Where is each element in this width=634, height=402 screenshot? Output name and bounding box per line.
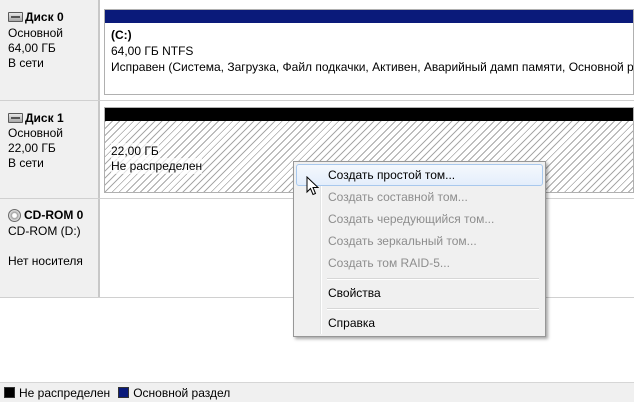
unallocated-size: 22,00 ГБ xyxy=(111,143,159,159)
menu-item-new-spanned-volume[interactable]: Создать составной том... xyxy=(296,186,543,208)
menu-item-new-striped-volume[interactable]: Создать чередующийся том... xyxy=(296,208,543,230)
hard-disk-icon xyxy=(8,113,23,123)
menu-item-new-raid5-volume[interactable]: Создать том RAID-5... xyxy=(296,252,543,274)
disk-1-name: Диск 1 xyxy=(25,111,64,125)
disk-0-label[interactable]: Диск 0 Основной 64,00 ГБ В сети xyxy=(0,0,100,100)
menu-item-properties[interactable]: Свойства xyxy=(296,282,543,304)
disk-1-type: Основной xyxy=(8,126,64,140)
menu-separator xyxy=(327,278,539,280)
disk-1-label[interactable]: Диск 1 Основной 22,00 ГБ В сети xyxy=(0,101,100,198)
cd-rom-icon xyxy=(8,208,21,222)
hard-disk-icon xyxy=(8,12,23,22)
cdrom-status: Нет носителя xyxy=(8,254,83,268)
volume-c-size-fs: 64,00 ГБ NTFS xyxy=(111,44,194,58)
mouse-pointer-icon xyxy=(306,176,320,196)
unallocated-status: Не распределен xyxy=(111,158,203,174)
legend-primary-swatch xyxy=(118,387,130,398)
legend-primary-label: Основной раздел xyxy=(133,385,231,400)
volume-c[interactable]: (C:) 64,00 ГБ NTFS Исправен (Система, За… xyxy=(104,9,634,95)
disk-row-0: Диск 0 Основной 64,00 ГБ В сети (C:) 64,… xyxy=(0,0,634,100)
volume-c-status: Исправен (Система, Загрузка, Файл подкач… xyxy=(111,60,634,74)
cdrom-name: CD-ROM 0 xyxy=(24,208,84,222)
menu-item-help[interactable]: Справка xyxy=(296,312,543,334)
disk-1-status: В сети xyxy=(8,156,44,170)
disk-1-size: 22,00 ГБ xyxy=(8,141,56,155)
disk-0-status: В сети xyxy=(8,56,44,70)
primary-partition-bar xyxy=(105,10,633,23)
cdrom-drive: CD-ROM (D:) xyxy=(8,224,81,238)
volume-c-letter: (C:) xyxy=(111,28,132,42)
menu-separator xyxy=(327,308,539,310)
menu-item-new-mirrored-volume[interactable]: Создать зеркальный том... xyxy=(296,230,543,252)
cdrom-label[interactable]: CD-ROM 0 CD-ROM (D:) Нет носителя xyxy=(0,199,100,297)
legend-unallocated-swatch xyxy=(4,387,15,398)
legend-unallocated-label: Не распределен xyxy=(19,385,111,400)
context-menu: Создать простой том... Создать составной… xyxy=(293,161,546,337)
disk-0-name: Диск 0 xyxy=(25,10,64,24)
menu-item-new-simple-volume[interactable]: Создать простой том... xyxy=(296,164,543,186)
legend-bar: Не распределен Основной раздел xyxy=(0,382,634,402)
unallocated-bar xyxy=(105,108,633,121)
disk-0-size: 64,00 ГБ xyxy=(8,41,56,55)
disk-0-type: Основной xyxy=(8,26,64,40)
